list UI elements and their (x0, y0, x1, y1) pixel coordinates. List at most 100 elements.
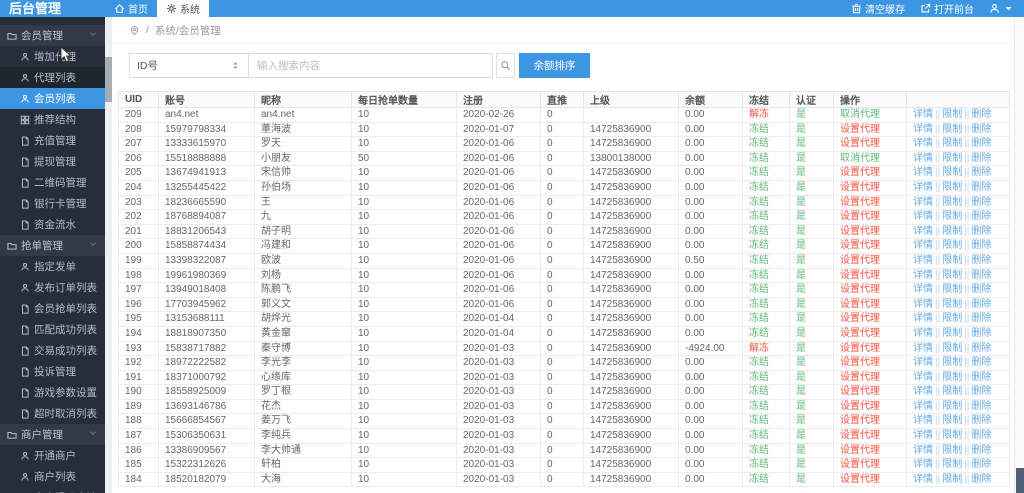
limit-link[interactable]: 限制 (942, 124, 962, 135)
limit-link[interactable]: 限制 (942, 284, 962, 295)
sidebar-item[interactable]: 增加代理 (0, 46, 105, 67)
agent-toggle-link[interactable]: 设置代理 (840, 386, 880, 397)
sidebar-item[interactable]: 开通商户 (0, 445, 105, 466)
detail-link[interactable]: 详情 (913, 138, 933, 149)
detail-link[interactable]: 详情 (913, 270, 933, 281)
sidebar-scrollbar-thumb[interactable] (105, 57, 112, 102)
limit-link[interactable]: 限制 (942, 226, 962, 237)
limit-link[interactable]: 限制 (942, 401, 962, 412)
freeze-toggle-link[interactable]: 解冻 (749, 343, 769, 354)
detail-link[interactable]: 详情 (913, 343, 933, 354)
limit-link[interactable]: 限制 (942, 182, 962, 193)
delete-link[interactable]: 删除 (971, 328, 991, 339)
delete-link[interactable]: 删除 (971, 430, 991, 441)
open-frontend-button[interactable]: 打开前台 (920, 1, 974, 16)
sidebar-item[interactable]: 超时取消列表 (0, 403, 105, 424)
agent-toggle-link[interactable]: 设置代理 (840, 197, 880, 208)
detail-link[interactable]: 详情 (913, 415, 933, 426)
agent-toggle-link[interactable]: 设置代理 (840, 270, 880, 281)
delete-link[interactable]: 删除 (971, 138, 991, 149)
main-scrollbar[interactable] (1014, 17, 1024, 493)
freeze-toggle-link[interactable]: 冻结 (749, 167, 769, 178)
agent-toggle-link[interactable]: 设置代理 (840, 328, 880, 339)
sidebar-item[interactable]: 提现管理 (0, 151, 105, 172)
delete-link[interactable]: 删除 (971, 401, 991, 412)
detail-link[interactable]: 详情 (913, 430, 933, 441)
agent-toggle-link[interactable]: 设置代理 (840, 459, 880, 470)
sidebar-section-header[interactable]: 抢单管理 (0, 235, 105, 256)
sidebar-section-header[interactable]: 商户管理 (0, 424, 105, 445)
detail-link[interactable]: 详情 (913, 328, 933, 339)
detail-link[interactable]: 详情 (913, 313, 933, 324)
limit-link[interactable]: 限制 (942, 386, 962, 397)
sidebar-item[interactable]: 资金流水 (0, 214, 105, 235)
agent-toggle-link[interactable]: 设置代理 (840, 372, 880, 383)
freeze-toggle-link[interactable]: 冻结 (749, 270, 769, 281)
agent-toggle-link[interactable]: 设置代理 (840, 401, 880, 412)
main-scrollbar-thumb[interactable] (1016, 468, 1024, 493)
detail-link[interactable]: 详情 (913, 167, 933, 178)
delete-link[interactable]: 删除 (971, 255, 991, 266)
limit-link[interactable]: 限制 (942, 138, 962, 149)
detail-link[interactable]: 详情 (913, 124, 933, 135)
detail-link[interactable]: 详情 (913, 299, 933, 310)
delete-link[interactable]: 删除 (971, 109, 991, 120)
delete-link[interactable]: 删除 (971, 386, 991, 397)
limit-link[interactable]: 限制 (942, 357, 962, 368)
sidebar-item[interactable]: 二维码管理 (0, 172, 105, 193)
search-input[interactable] (249, 53, 493, 78)
sidebar-item[interactable]: 交易成功列表 (0, 340, 105, 361)
detail-link[interactable]: 详情 (913, 182, 933, 193)
sidebar-item[interactable]: 发布订单列表 (0, 277, 105, 298)
freeze-toggle-link[interactable]: 冻结 (749, 299, 769, 310)
delete-link[interactable]: 删除 (971, 167, 991, 178)
limit-link[interactable]: 限制 (942, 328, 962, 339)
limit-link[interactable]: 限制 (942, 430, 962, 441)
sidebar-item[interactable]: 游戏参数设置 (0, 382, 105, 403)
detail-link[interactable]: 详情 (913, 109, 933, 120)
freeze-toggle-link[interactable]: 冻结 (749, 430, 769, 441)
limit-link[interactable]: 限制 (942, 109, 962, 120)
agent-toggle-link[interactable]: 设置代理 (840, 445, 880, 456)
freeze-toggle-link[interactable]: 解冻 (749, 109, 769, 120)
agent-toggle-link[interactable]: 设置代理 (840, 240, 880, 251)
freeze-toggle-link[interactable]: 冻结 (749, 197, 769, 208)
delete-link[interactable]: 删除 (971, 343, 991, 354)
delete-link[interactable]: 删除 (971, 474, 991, 485)
clear-cache-button[interactable]: 清空缓存 (851, 1, 905, 16)
limit-link[interactable]: 限制 (942, 372, 962, 383)
delete-link[interactable]: 删除 (971, 459, 991, 470)
detail-link[interactable]: 详情 (913, 240, 933, 251)
tab-home[interactable]: 首页 (105, 0, 157, 17)
agent-toggle-link[interactable]: 设置代理 (840, 474, 880, 485)
sidebar-item[interactable]: 商户提现申请 (0, 487, 105, 493)
freeze-toggle-link[interactable]: 冻结 (749, 153, 769, 164)
agent-toggle-link[interactable]: 设置代理 (840, 182, 880, 193)
agent-toggle-link[interactable]: 设置代理 (840, 299, 880, 310)
detail-link[interactable]: 详情 (913, 255, 933, 266)
agent-toggle-link[interactable]: 设置代理 (840, 415, 880, 426)
freeze-toggle-link[interactable]: 冻结 (749, 474, 769, 485)
detail-link[interactable]: 详情 (913, 474, 933, 485)
agent-toggle-link[interactable]: 设置代理 (840, 284, 880, 295)
agent-toggle-link[interactable]: 设置代理 (840, 138, 880, 149)
delete-link[interactable]: 删除 (971, 240, 991, 251)
limit-link[interactable]: 限制 (942, 299, 962, 310)
delete-link[interactable]: 删除 (971, 372, 991, 383)
freeze-toggle-link[interactable]: 冻结 (749, 328, 769, 339)
delete-link[interactable]: 删除 (971, 445, 991, 456)
sidebar-section-header[interactable]: 会员管理 (0, 25, 105, 46)
delete-link[interactable]: 删除 (971, 197, 991, 208)
balance-sort-button[interactable]: 余额排序 (519, 53, 590, 78)
sidebar-item[interactable]: 指定发单 (0, 256, 105, 277)
delete-link[interactable]: 删除 (971, 313, 991, 324)
delete-link[interactable]: 删除 (971, 182, 991, 193)
sidebar-item[interactable]: 会员列表 (0, 88, 105, 109)
delete-link[interactable]: 删除 (971, 226, 991, 237)
limit-link[interactable]: 限制 (942, 313, 962, 324)
agent-toggle-link[interactable]: 设置代理 (840, 167, 880, 178)
agent-toggle-link[interactable]: 设置代理 (840, 211, 880, 222)
agent-toggle-link[interactable]: 设置代理 (840, 357, 880, 368)
agent-toggle-link[interactable]: 设置代理 (840, 124, 880, 135)
delete-link[interactable]: 删除 (971, 270, 991, 281)
